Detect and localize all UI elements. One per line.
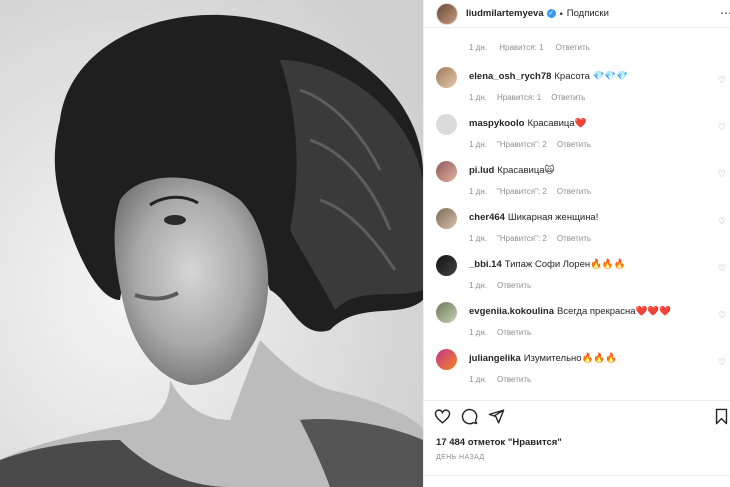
commenter-username[interactable]: pi.lud: [469, 165, 494, 176]
heart-small-icon[interactable]: ♡: [718, 122, 726, 133]
reply-button[interactable]: Ответить: [497, 328, 531, 337]
comment-time: 1 дн.: [469, 187, 487, 196]
heart-small-icon[interactable]: ♡: [718, 263, 726, 274]
comment-likes[interactable]: Нравится: 1: [497, 93, 541, 102]
comment-time: 1 дн.: [469, 234, 487, 243]
portrait-image: [0, 0, 423, 487]
comment-time: 1 дн.: [469, 375, 487, 384]
commenter-avatar[interactable]: [436, 208, 457, 229]
comment-time: 1 дн.: [469, 281, 487, 290]
comment-likes[interactable]: "Нравится": 2: [497, 187, 547, 196]
post-header: liudmilartemyeva ✓ • Подписки ⋯: [424, 0, 730, 28]
heart-small-icon[interactable]: ♡: [718, 216, 726, 227]
add-comment-area[interactable]: [424, 475, 730, 487]
comment-time: 1 дн.: [469, 328, 487, 337]
verified-icon: ✓: [546, 9, 556, 18]
comment-text: Шикарная женщина!: [507, 212, 599, 223]
heart-small-icon[interactable]: ♡: [718, 357, 726, 368]
more-icon[interactable]: ⋯: [720, 6, 730, 20]
share-icon[interactable]: [488, 408, 505, 425]
comment-likes[interactable]: "Нравится": 2: [497, 140, 547, 149]
commenter-avatar[interactable]: [436, 67, 457, 88]
reply-button[interactable]: Ответить: [556, 43, 590, 52]
comments-list: 1 дн. Нравится: 1 Ответить elena_osh_ryc…: [424, 28, 730, 400]
commenter-username[interactable]: maspykoolo: [469, 118, 524, 129]
comment-text: Красавица🙀: [497, 165, 555, 176]
comment-text: Красавица❤️: [527, 118, 587, 129]
commenter-username[interactable]: elena_osh_rych78: [469, 71, 551, 82]
commenter-avatar[interactable]: [436, 349, 457, 370]
post-photo[interactable]: [0, 0, 423, 487]
post-actions: 17 484 отметок "Нравится" ДЕНЬ НАЗАД: [424, 400, 730, 487]
bookmark-icon[interactable]: [714, 408, 729, 425]
reply-button[interactable]: Ответить: [497, 375, 531, 384]
commenter-username[interactable]: _bbi.14: [469, 259, 502, 270]
follow-button[interactable]: Подписки: [567, 8, 609, 19]
comment-meta-top: 1 дн. Нравится: 1 Ответить: [469, 43, 600, 52]
commenter-username[interactable]: cher464: [469, 212, 505, 223]
commenter-avatar[interactable]: [436, 302, 457, 323]
reply-button[interactable]: Ответить: [557, 234, 591, 243]
commenter-username[interactable]: evgeniia.kokoulina: [469, 306, 554, 317]
commenter-avatar[interactable]: [436, 255, 457, 276]
comment-likes[interactable]: "Нравится": 2: [497, 234, 547, 243]
reply-button[interactable]: Ответить: [557, 187, 591, 196]
heart-small-icon[interactable]: ♡: [718, 169, 726, 180]
post-sidebar: liudmilartemyeva ✓ • Подписки ⋯ 1 дн. Нр…: [423, 0, 730, 487]
comment-text: Типаж Софи Лорен🔥🔥🔥: [504, 259, 626, 270]
author-avatar[interactable]: [436, 2, 458, 25]
comment-text: Изумительно🔥🔥🔥: [523, 353, 618, 364]
heart-small-icon[interactable]: ♡: [718, 75, 726, 86]
comment-time: 1 дн.: [469, 43, 487, 52]
author-username[interactable]: liudmilartemyeva: [466, 8, 544, 19]
reply-button[interactable]: Ответить: [557, 140, 591, 149]
comment-time: 1 дн.: [469, 93, 487, 102]
commenter-username[interactable]: juliangelika: [469, 353, 521, 364]
commenter-avatar[interactable]: [436, 161, 457, 182]
separator-dot: •: [559, 8, 563, 19]
comment-text: Всегда прекрасна❤️❤️❤️: [557, 306, 672, 317]
comment-icon[interactable]: [461, 408, 478, 425]
heart-small-icon[interactable]: ♡: [718, 310, 726, 321]
comment-time: 1 дн.: [469, 140, 487, 149]
reply-button[interactable]: Ответить: [497, 281, 531, 290]
commenter-avatar[interactable]: [436, 114, 457, 135]
like-icon[interactable]: [434, 408, 451, 425]
reply-button[interactable]: Ответить: [551, 93, 585, 102]
post-date: ДЕНЬ НАЗАД: [436, 454, 485, 461]
likes-count[interactable]: 17 484 отметок "Нравится": [436, 437, 562, 448]
comment-text: Красота 💎💎💎: [554, 71, 629, 82]
comment-likes[interactable]: Нравится: 1: [499, 43, 543, 52]
